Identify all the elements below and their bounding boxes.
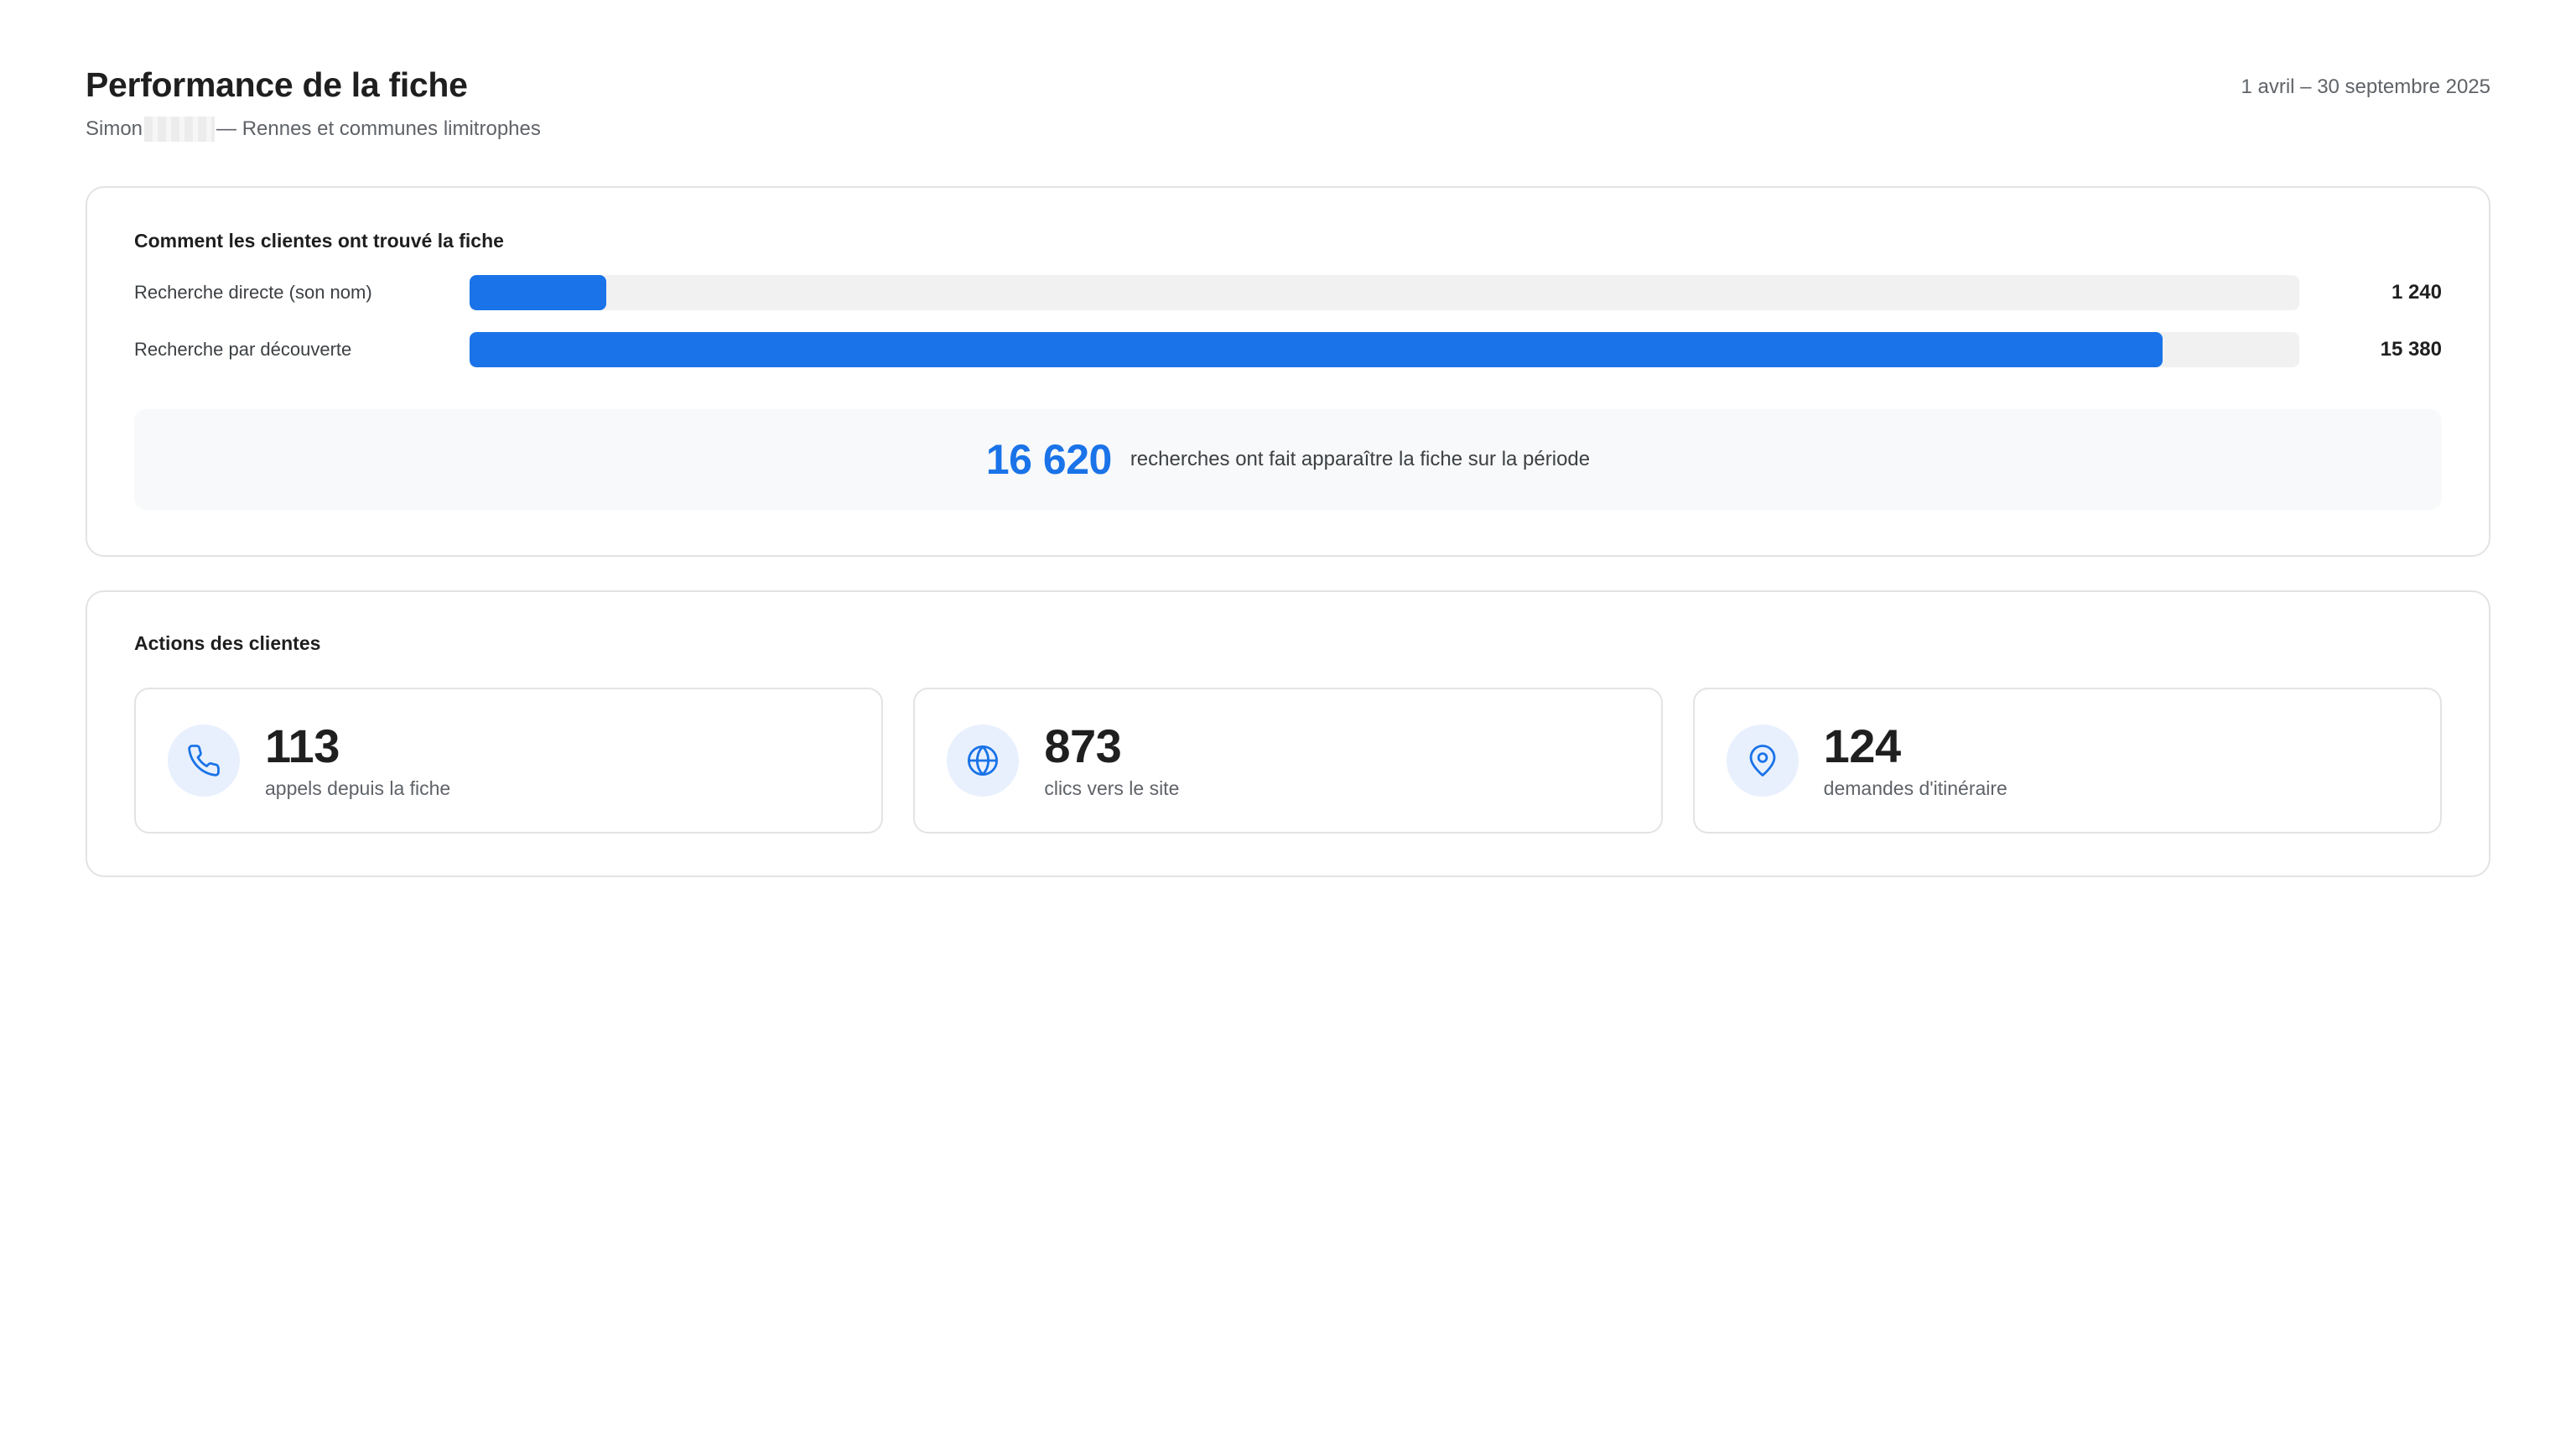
total-searches-number: 16 620 [985,436,1112,483]
action-tile-calls: 113 appels depuis la fiche [134,688,884,834]
map-pin-icon [1726,724,1799,797]
page-subtitle: Simon — Rennes et communes limitrophes [86,116,2490,143]
bar-fill [470,332,2163,367]
tile-label: clics vers le site [1044,777,1180,799]
tile-value: 113 [265,719,340,772]
tile-label: appels depuis la fiche [265,777,451,799]
bar-track [470,332,2299,367]
date-range: 1 avril – 30 septembre 2025 [2241,75,2490,98]
tile-text: 113 appels depuis la fiche [265,721,450,800]
action-tiles: 113 appels depuis la fiche 873 clics ver… [134,688,2442,834]
bar-value: 1 240 [2391,281,2442,304]
performance-page: Performance de la fiche Simon — Rennes e… [0,0,2576,1449]
bar-fill [470,275,606,310]
actions-card-title: Actions des clientes [134,632,321,654]
total-searches-box: 16 620 recherches ont fait apparaître la… [134,409,2442,510]
subtitle-name: Simon [86,117,143,140]
discovery-card-title: Comment les clientes ont trouvé la fiche [134,230,504,252]
actions-card: Actions des clientes 113 appels depuis l… [86,590,2490,877]
tile-label: demandes d'itinéraire [1823,777,2007,799]
total-searches-text: recherches ont fait apparaître la fiche … [1130,448,1591,470]
tile-value: 873 [1044,719,1122,772]
action-tile-directions: 124 demandes d'itinéraire [1692,688,2442,834]
redacted-name-block [144,117,216,142]
bar-label: Recherche directe (son nom) [134,282,372,303]
page-title: Performance de la fiche [86,65,468,104]
globe-icon [947,724,1020,797]
subtitle-location: — Rennes et communes limitrophes [216,117,541,140]
tile-text: 124 demandes d'itinéraire [1824,721,2007,800]
bar-row-discovery: Recherche par découverte 15 380 [134,332,2442,367]
bar-value: 15 380 [2380,338,2442,361]
phone-icon [168,724,240,797]
tile-text: 873 clics vers le site [1044,721,1179,800]
page-header: Performance de la fiche Simon — Rennes e… [86,0,2490,186]
tile-value: 124 [1823,719,1901,772]
bar-label: Recherche par découverte [134,339,352,360]
bar-row-direct: Recherche directe (son nom) 1 240 [134,275,2442,310]
action-tile-website: 873 clics vers le site [913,688,1663,834]
discovery-card: Comment les clientes ont trouvé la fiche… [86,186,2490,557]
bar-track [470,275,2299,310]
